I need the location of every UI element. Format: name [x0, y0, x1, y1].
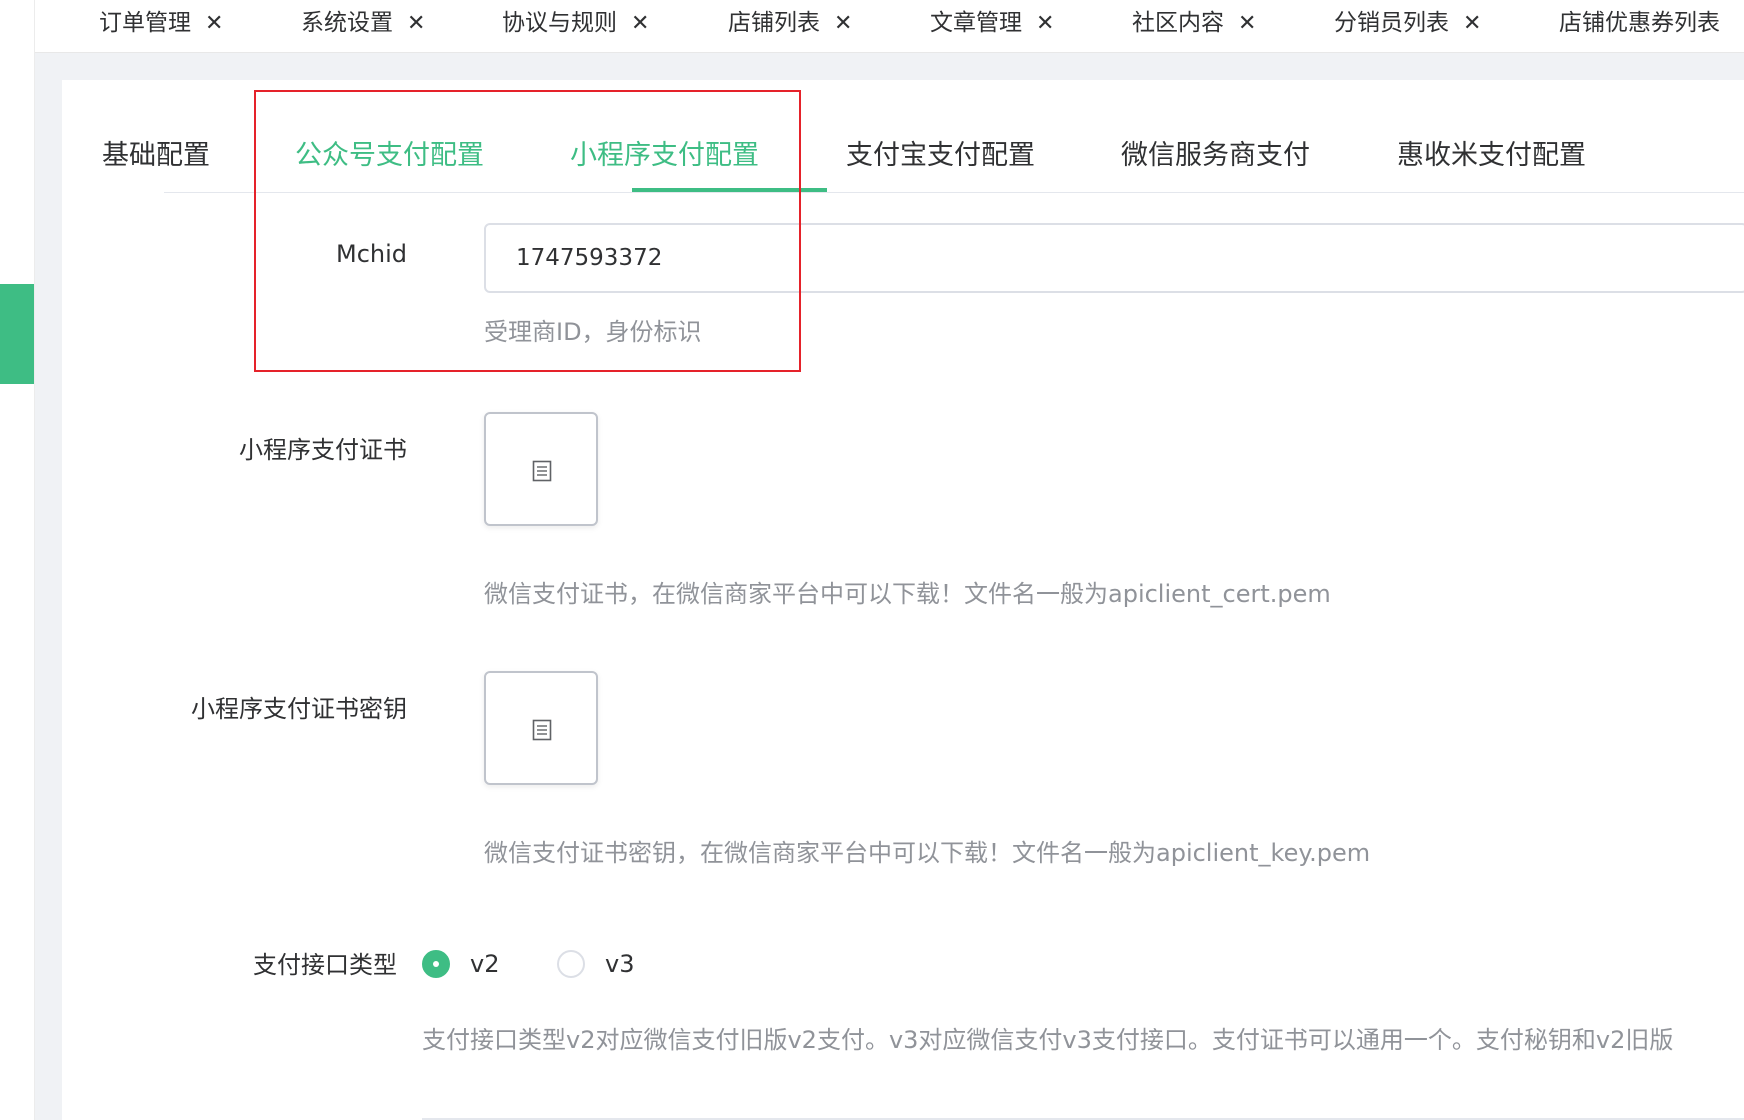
cert-hint: 微信支付证书，在微信商家平台中可以下载！文件名一般为apiclient_cert… [484, 580, 1331, 608]
tab-store-coupon-list[interactable]: 店铺优惠券列表 [1559, 0, 1720, 46]
close-icon[interactable]: ✕ [631, 11, 649, 36]
close-icon[interactable]: ✕ [205, 11, 223, 36]
cert-label: 小程序支付证书 [239, 436, 407, 464]
api-type-hint: 支付接口类型v2对应微信支付旧版v2支付。v3对应微信支付v3支付接口。支付证书… [422, 1026, 1674, 1054]
close-icon[interactable]: ✕ [834, 11, 852, 36]
subtab-huishoumi-config[interactable]: 惠收米支付配置 [1397, 136, 1586, 176]
open-tabs-bar: 订单管理 ✕ 系统设置 ✕ 协议与规则 ✕ 店铺列表 ✕ 文章管理 ✕ 社区内容 ✕ 分销员… [35, 0, 1744, 53]
tab-store-list[interactable]: 店铺列表 ✕ [728, 0, 852, 46]
tab-order-management[interactable]: 订单管理 ✕ [99, 0, 223, 46]
sidebar [0, 0, 35, 1120]
tab-label: 社区内容 [1132, 10, 1224, 36]
sidebar-active-indicator[interactable] [0, 284, 34, 384]
red-highlight-annotation [254, 90, 801, 372]
cert-key-label: 小程序支付证书密钥 [191, 695, 407, 723]
cert-upload-button[interactable] [484, 412, 598, 526]
tab-label: 订单管理 [99, 10, 191, 36]
tab-article-management[interactable]: 文章管理 ✕ [930, 0, 1054, 46]
tab-system-settings[interactable]: 系统设置 ✕ [301, 0, 425, 46]
cert-key-hint: 微信支付证书密钥，在微信商家平台中可以下载！文件名一般为apiclient_ke… [484, 839, 1371, 867]
tab-label: 分销员列表 [1334, 10, 1449, 36]
radio-v2-label[interactable]: v2 [470, 946, 499, 982]
tab-label: 店铺优惠券列表 [1559, 10, 1720, 36]
file-icon [532, 719, 552, 741]
cert-key-upload-button[interactable] [484, 671, 598, 785]
api-type-label: 支付接口类型 [253, 951, 397, 979]
radio-v3[interactable] [557, 950, 585, 978]
radio-v3-label[interactable]: v3 [605, 946, 634, 982]
close-icon[interactable]: ✕ [407, 11, 425, 36]
tab-label: 系统设置 [301, 10, 393, 36]
subtab-basic-config[interactable]: 基础配置 [102, 136, 210, 176]
close-icon[interactable]: ✕ [1463, 11, 1481, 36]
subtab-wechat-service-provider[interactable]: 微信服务商支付 [1121, 136, 1310, 176]
tab-label: 协议与规则 [502, 10, 617, 36]
file-icon [532, 460, 552, 482]
close-icon[interactable]: ✕ [1036, 11, 1054, 36]
subtab-alipay-config[interactable]: 支付宝支付配置 [846, 136, 1035, 176]
tab-label: 店铺列表 [728, 10, 820, 36]
close-icon[interactable]: ✕ [1238, 11, 1256, 36]
tab-distributor-list[interactable]: 分销员列表 ✕ [1334, 0, 1481, 46]
radio-v2[interactable] [422, 950, 450, 978]
tab-agreements-rules[interactable]: 协议与规则 ✕ [502, 0, 649, 46]
tab-label: 文章管理 [930, 10, 1022, 36]
tab-community-content[interactable]: 社区内容 ✕ [1132, 0, 1256, 46]
